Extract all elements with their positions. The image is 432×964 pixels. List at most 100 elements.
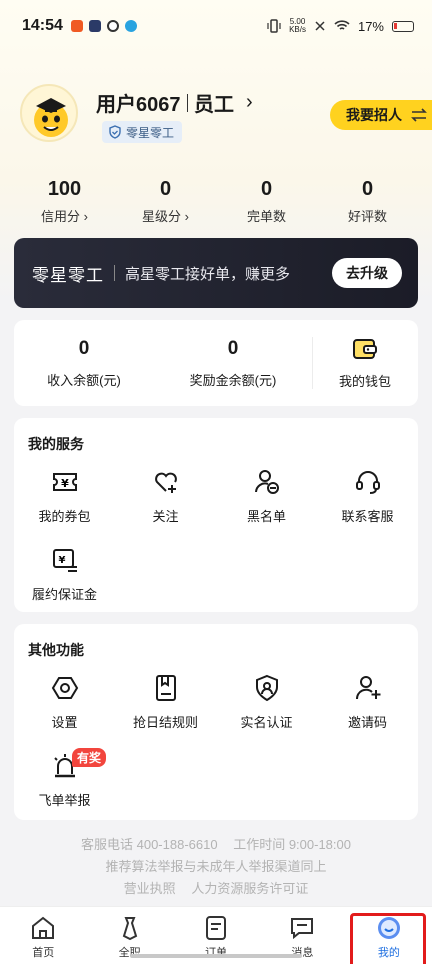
income-label: 收入余额(元): [47, 372, 121, 388]
income-balance[interactable]: 0 收入余额(元): [14, 338, 154, 389]
work-hours: 工作时间 9:00-18:00: [233, 837, 351, 852]
banner-divider: [114, 265, 115, 281]
item-label: 黑名单: [246, 509, 286, 524]
app-notification-icon: [88, 20, 101, 32]
item-label: 实名认证: [240, 715, 293, 730]
stat-value: 0: [361, 178, 374, 200]
net-speed: 5.00 KB/s: [289, 17, 306, 34]
wallet-label: 我的钱包: [338, 373, 391, 389]
user-role: 员工: [194, 94, 234, 116]
shield-icon: [109, 125, 121, 139]
banner-title: 零星零工: [32, 265, 104, 285]
rules-book-icon: [155, 675, 176, 701]
recruit-label: 我要招人: [346, 107, 402, 123]
data-off-icon: [315, 21, 325, 31]
level-badge: 零星零工: [102, 121, 183, 143]
reward-tag: 有奖: [72, 748, 107, 767]
report-channel[interactable]: 推荐算法举报与未成年人举报渠道同上: [105, 859, 326, 874]
hotline[interactable]: 客服电话 400-188-6610: [81, 837, 218, 852]
real-name-item[interactable]: 实名认证: [216, 674, 317, 731]
invite-user-icon: [355, 676, 380, 700]
status-bar: 14:54 5.00 KB/s 17%: [0, 0, 432, 52]
tie-icon: [122, 917, 137, 941]
report-item[interactable]: 有奖 飞单举报: [14, 748, 115, 809]
stat-label: 完单数: [246, 209, 286, 224]
daily-rules-item[interactable]: 抢日结规则: [115, 674, 216, 731]
upgrade-banner[interactable]: 零星零工 高星零工接好单，赚更多 去升级: [14, 238, 418, 308]
reward-balance[interactable]: 0 奖励金余额(元): [154, 338, 312, 389]
reward-value: 0: [227, 337, 239, 359]
recruit-button[interactable]: 我要招人: [330, 100, 432, 130]
tab-mine[interactable]: 我的: [346, 907, 432, 964]
stat-value: 0: [260, 178, 273, 200]
item-label: 邀请码: [347, 715, 387, 730]
battery-percent: 17%: [357, 18, 384, 34]
deposit-icon: ¥: [52, 549, 77, 572]
stat-value: 0: [159, 178, 172, 200]
wallet-card: 0 收入余额(元) 0 奖励金余额(元) 我的钱包: [14, 320, 418, 406]
profile-header: 用户6067 员工 › 零星零工 我要招人: [20, 84, 432, 146]
headset-icon: [355, 471, 380, 494]
profile-smile-icon: [377, 917, 400, 939]
stat-value: 100: [47, 178, 82, 200]
item-label: 飞单举报: [38, 793, 91, 808]
user-name: 用户6067: [96, 94, 181, 116]
reward-label: 奖励金余额(元): [189, 372, 277, 388]
item-label: 抢日结规则: [132, 715, 198, 730]
svg-text:¥: ¥: [58, 555, 65, 566]
heart-plus-icon: [154, 472, 177, 493]
switch-arrows-icon: [411, 108, 427, 122]
services-card: 我的服务 ¥ 我的券包 关注 黑名单 联系客服 ¥ 履约保证金: [14, 418, 418, 612]
battery-icon: [392, 20, 414, 32]
stat-good-reviews: 0 好评数: [317, 178, 418, 226]
customer-service-item[interactable]: 联系客服: [317, 468, 418, 525]
income-value: 0: [78, 337, 90, 359]
services-title: 我的服务: [28, 436, 84, 452]
stat-label: 信用分 ›: [41, 209, 88, 224]
verify-shield-icon: [255, 674, 278, 702]
business-license-link[interactable]: 营业执照: [124, 881, 176, 896]
footer-info: 客服电话 400-188-6610 工作时间 9:00-18:00 推荐算法举报…: [0, 834, 432, 900]
functions-title: 其他功能: [28, 642, 84, 658]
functions-card: 其他功能 设置 抢日结规则 实名认证 邀请码 有奖 飞单举报: [14, 624, 418, 820]
stat-label: 星级分 ›: [142, 209, 189, 224]
settings-icon: [51, 677, 78, 699]
app-notification-icon: [70, 20, 83, 32]
message-icon: [291, 918, 314, 940]
blacklist-item[interactable]: 黑名单: [216, 468, 317, 525]
chevron-right-icon: ›: [246, 91, 253, 113]
name-divider: [186, 93, 188, 112]
stat-label: 好评数: [347, 209, 387, 224]
user-name-row[interactable]: 用户6067 员工 ›: [96, 88, 253, 117]
item-label: 联系客服: [341, 509, 394, 524]
avatar[interactable]: [20, 84, 78, 142]
wallet-icon: [353, 338, 377, 359]
item-label: 关注: [152, 509, 179, 524]
upgrade-button[interactable]: 去升级: [332, 258, 402, 288]
stat-star[interactable]: 0 星级分 ›: [115, 178, 216, 226]
hr-license-link[interactable]: 人力资源服务许可证: [191, 881, 308, 896]
link-notification-icon: [106, 20, 119, 32]
coupon-item[interactable]: ¥ 我的券包: [14, 468, 115, 525]
order-icon: [206, 916, 227, 940]
home-indicator[interactable]: [130, 954, 302, 958]
app-notification-icon: [124, 20, 137, 32]
item-label: 履约保证金: [31, 587, 97, 602]
stat-credit[interactable]: 100 信用分 ›: [14, 178, 115, 226]
invite-code-item[interactable]: 邀请码: [317, 674, 418, 731]
settings-item[interactable]: 设置: [14, 674, 115, 731]
mascot-avatar-icon: [34, 98, 68, 137]
user-block-icon: [254, 470, 279, 494]
tab-home[interactable]: 首页: [0, 907, 86, 964]
follow-item[interactable]: 关注: [115, 468, 216, 525]
tab-label: 我的: [377, 947, 400, 959]
home-icon: [32, 916, 55, 939]
badge-label: 零星零工: [126, 125, 175, 140]
tab-label: 首页: [32, 947, 55, 959]
coupon-icon: ¥: [52, 473, 77, 491]
deposit-item[interactable]: ¥ 履约保证金: [14, 546, 115, 603]
status-time: 14:54: [22, 17, 63, 34]
banner-subtitle: 高星零工接好单，赚更多: [125, 265, 291, 283]
my-wallet[interactable]: 我的钱包: [313, 337, 417, 390]
stats-row: 100 信用分 › 0 星级分 › 0 完单数 0 好评数: [14, 178, 418, 226]
